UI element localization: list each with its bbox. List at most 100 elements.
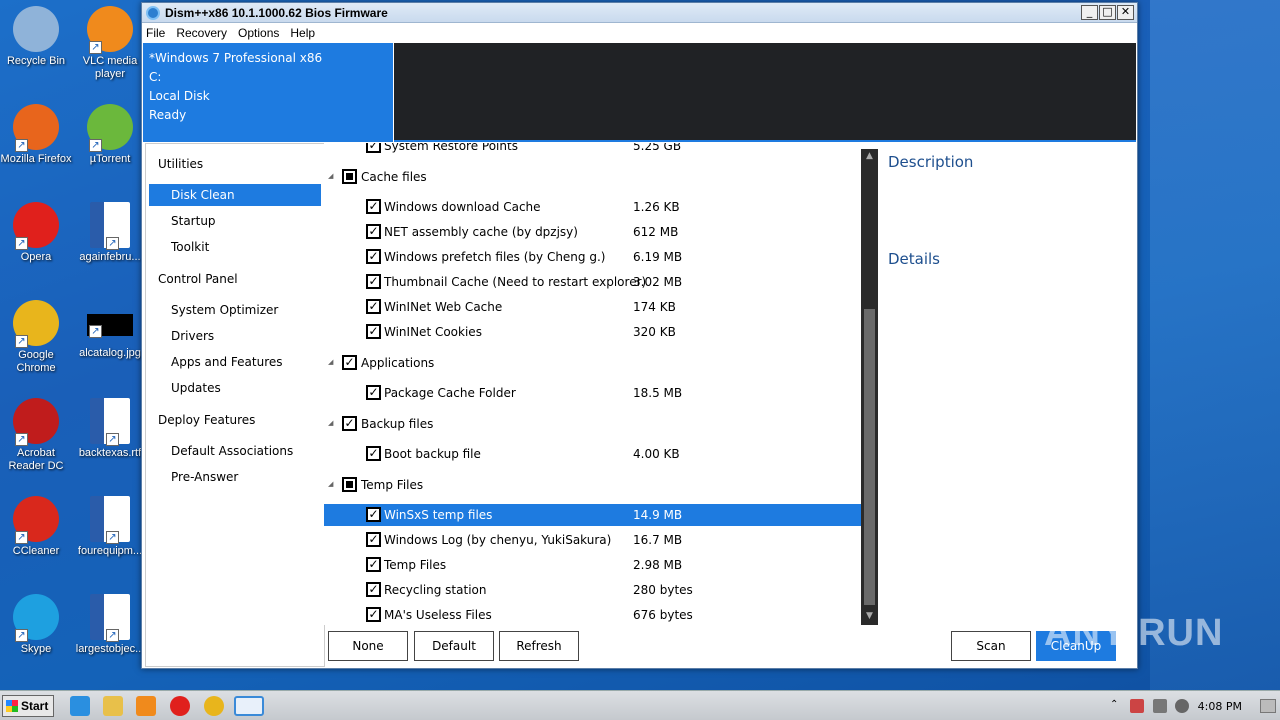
nav-item[interactable]: Updates xyxy=(171,381,221,395)
start-button[interactable]: Start xyxy=(2,695,54,717)
list-scrollbar[interactable]: ▲ ▼ xyxy=(861,149,878,625)
checkbox[interactable]: ✓ xyxy=(342,355,357,370)
network-icon[interactable] xyxy=(1153,699,1167,713)
desktop-icon[interactable]: ↗ VLC media player xyxy=(74,6,146,81)
list-item[interactable]: ✓ WinINet Cookies 320 KB xyxy=(324,321,861,343)
desktop-icon[interactable]: ↗ µTorrent xyxy=(74,104,146,166)
scan-button[interactable]: Scan xyxy=(951,631,1031,661)
checkbox[interactable]: ✓ xyxy=(366,324,381,339)
desktop-icon[interactable]: ↗ CCleaner xyxy=(0,496,72,558)
checkbox[interactable]: ✓ xyxy=(366,199,381,214)
list-item[interactable]: ✓ Recycling station 280 bytes xyxy=(324,579,861,601)
volume-icon[interactable] xyxy=(1175,699,1189,713)
list-item[interactable]: ✓ Thumbnail Cache (Need to restart explor… xyxy=(324,271,861,293)
checkbox[interactable]: ✓ xyxy=(366,607,381,622)
menu-recovery[interactable]: Recovery xyxy=(176,26,227,40)
group-row[interactable]: ◢ Cache files xyxy=(324,166,861,188)
checkbox[interactable]: ✓ xyxy=(366,557,381,572)
image-info-panel[interactable]: *Windows 7 Professional x86 C: Local Dis… xyxy=(143,43,393,142)
dism-icon[interactable] xyxy=(234,696,264,716)
checkbox[interactable]: ✓ xyxy=(366,532,381,547)
action-center-icon[interactable] xyxy=(1130,699,1144,713)
checkbox[interactable]: ✓ xyxy=(366,224,381,239)
scroll-down-icon[interactable]: ▼ xyxy=(861,611,878,625)
ie-icon[interactable] xyxy=(70,696,90,716)
word-doc-icon: ↗ xyxy=(90,398,130,446)
scroll-up-icon[interactable]: ▲ xyxy=(861,151,878,165)
desktop-icon[interactable]: ↗ largestobjec... xyxy=(74,594,146,656)
list-item[interactable]: ✓ System Restore Points 5.25 GB xyxy=(324,143,861,157)
checkbox[interactable]: ✓ xyxy=(342,416,357,431)
desktop-icon[interactable]: ↗ againfebru... xyxy=(74,202,146,264)
checkbox[interactable]: ✓ xyxy=(366,274,381,289)
nav-item[interactable]: Default Associations xyxy=(171,444,293,458)
nav-item[interactable]: Pre-Answer xyxy=(171,470,238,484)
checkbox[interactable] xyxy=(342,169,357,184)
minimize-button[interactable]: _ xyxy=(1081,5,1098,20)
show-hidden-icons-icon[interactable]: ⌃ xyxy=(1110,699,1124,713)
menu-options[interactable]: Options xyxy=(238,26,279,40)
nav-item[interactable]: Drivers xyxy=(171,329,214,343)
desktop-icon[interactable]: ↗ Mozilla Firefox xyxy=(0,104,72,166)
desktop-icon[interactable]: ↗ fourequipm... xyxy=(74,496,146,558)
nav-item[interactable]: Toolkit xyxy=(171,240,209,254)
expand-toggle-icon[interactable]: ◢ xyxy=(328,172,333,180)
menu-help[interactable]: Help xyxy=(290,26,315,40)
list-item[interactable]: ✓ Boot backup file 4.00 KB xyxy=(324,443,861,465)
nav-item[interactable]: Utilities xyxy=(158,157,203,171)
nav-item[interactable]: Disk Clean xyxy=(149,184,321,206)
explorer-icon[interactable] xyxy=(103,696,123,716)
word-doc-icon: ↗ xyxy=(90,594,130,642)
scroll-thumb[interactable] xyxy=(864,309,875,605)
group-row[interactable]: ◢ ✓ Applications xyxy=(324,352,861,374)
checkbox[interactable] xyxy=(342,477,357,492)
group-row[interactable]: ◢ Temp Files xyxy=(324,474,861,496)
clock[interactable]: 4:08 PM xyxy=(1198,700,1242,713)
chrome-icon: ↗ xyxy=(13,300,59,348)
checkbox[interactable]: ✓ xyxy=(366,249,381,264)
checkbox[interactable]: ✓ xyxy=(366,507,381,522)
refresh-button[interactable]: Refresh xyxy=(499,631,579,661)
list-item[interactable]: ✓ NET assembly cache (by dpzjsy) 612 MB xyxy=(324,221,861,243)
desktop-icon-label: Google Chrome xyxy=(16,349,56,374)
chrome-icon[interactable] xyxy=(204,696,224,716)
list-item[interactable]: ✓ Windows Log (by chenyu, YukiSakura) 16.7… xyxy=(324,529,861,551)
title-bar[interactable]: Dism++x86 10.1.1000.62 Bios Firmware _ □… xyxy=(142,3,1137,23)
nav-item[interactable]: Startup xyxy=(171,214,216,228)
close-button[interactable]: ✕ xyxy=(1117,5,1134,20)
media-player-icon[interactable] xyxy=(136,696,156,716)
default-button[interactable]: Default xyxy=(414,631,494,661)
checkbox[interactable]: ✓ xyxy=(366,582,381,597)
checkbox[interactable]: ✓ xyxy=(366,385,381,400)
none-button[interactable]: None xyxy=(328,631,408,661)
list-item[interactable]: ✓ WinSxS temp files 14.9 MB xyxy=(324,504,861,526)
nav-item[interactable]: Apps and Features xyxy=(171,355,283,369)
desktop-icon[interactable]: ↗ alcatalog.jpg xyxy=(74,300,146,360)
list-item[interactable]: ✓ MA's Useless Files 676 bytes xyxy=(324,604,861,625)
checkbox[interactable]: ✓ xyxy=(366,143,381,153)
desktop-icon[interactable]: ↗ Opera xyxy=(0,202,72,264)
expand-toggle-icon[interactable]: ◢ xyxy=(328,480,333,488)
expand-toggle-icon[interactable]: ◢ xyxy=(328,419,333,427)
expand-toggle-icon[interactable]: ◢ xyxy=(328,358,333,366)
maximize-button[interactable]: □ xyxy=(1099,5,1116,20)
group-row[interactable]: ◢ ✓ Backup files xyxy=(324,413,861,435)
nav-item[interactable]: Control Panel xyxy=(158,272,238,286)
nav-item[interactable]: System Optimizer xyxy=(171,303,278,317)
menu-file[interactable]: File xyxy=(146,26,165,40)
nav-item[interactable]: Deploy Features xyxy=(158,413,255,427)
desktop-icon[interactable]: Recycle Bin xyxy=(0,6,72,68)
desktop-icon[interactable]: ↗ Skype xyxy=(0,594,72,656)
desktop-icon[interactable]: ↗ backtexas.rtf xyxy=(74,398,146,460)
list-item[interactable]: ✓ WinINet Web Cache 174 KB xyxy=(324,296,861,318)
list-item[interactable]: ✓ Package Cache Folder 18.5 MB xyxy=(324,382,861,404)
desktop-icon[interactable]: ↗ Acrobat Reader DC xyxy=(0,398,72,473)
list-item[interactable]: ✓ Windows prefetch files (by Cheng g.) 6.1… xyxy=(324,246,861,268)
list-item[interactable]: ✓ Temp Files 2.98 MB xyxy=(324,554,861,576)
show-desktop-icon[interactable] xyxy=(1260,699,1276,713)
checkbox[interactable]: ✓ xyxy=(366,299,381,314)
opera-icon[interactable] xyxy=(170,696,190,716)
desktop-icon[interactable]: ↗ Google Chrome xyxy=(0,300,72,375)
list-item[interactable]: ✓ Windows download Cache 1.26 KB xyxy=(324,196,861,218)
checkbox[interactable]: ✓ xyxy=(366,446,381,461)
